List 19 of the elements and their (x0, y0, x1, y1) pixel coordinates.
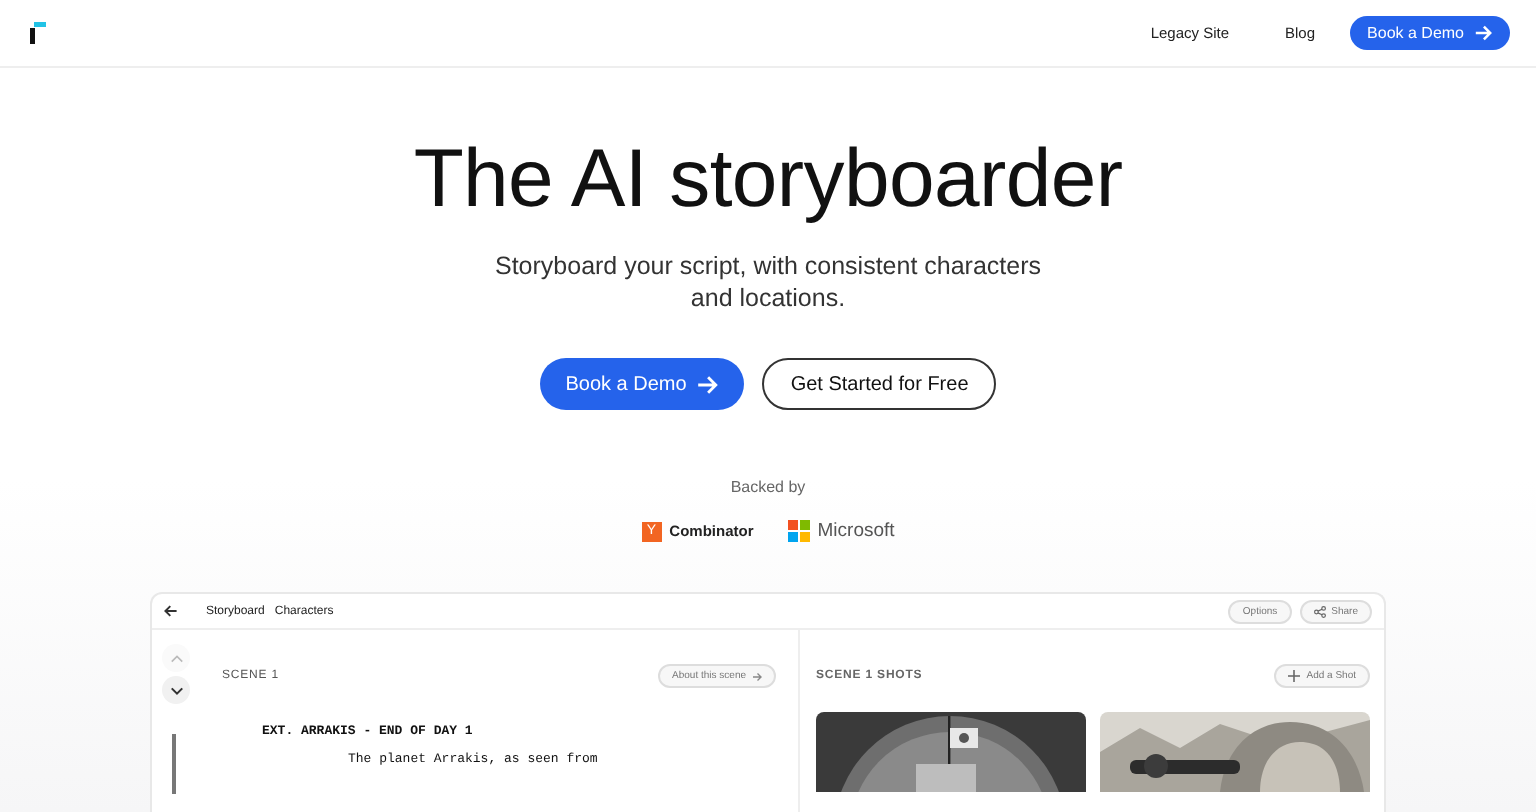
scroll-indicator (172, 734, 176, 794)
arrow-right-icon (752, 671, 762, 681)
arrow-right-icon (696, 373, 719, 395)
chevron-up-icon (169, 653, 183, 663)
share-icon (1313, 605, 1326, 617)
back-arrow-icon[interactable] (164, 604, 178, 618)
chevron-down-icon (169, 685, 183, 695)
plus-icon (1288, 670, 1301, 682)
arrow-right-icon (1474, 24, 1492, 42)
book-demo-button[interactable]: Book a Demo (1349, 16, 1510, 50)
backed-by-label: Backed by (730, 478, 806, 496)
logo-icon[interactable] (30, 22, 46, 44)
hero-title: The AI storyboarder (413, 130, 1123, 226)
book-demo-button[interactable]: Book a Demo (539, 358, 745, 410)
get-started-button[interactable]: Get Started for Free (762, 358, 997, 410)
windows-logo-icon (787, 520, 810, 542)
backer-name: Microsoft (817, 520, 895, 542)
scroll-down-button[interactable] (162, 676, 190, 704)
hero-subtitle: Storyboard your script, with consistent characters and locations. (492, 250, 1044, 314)
